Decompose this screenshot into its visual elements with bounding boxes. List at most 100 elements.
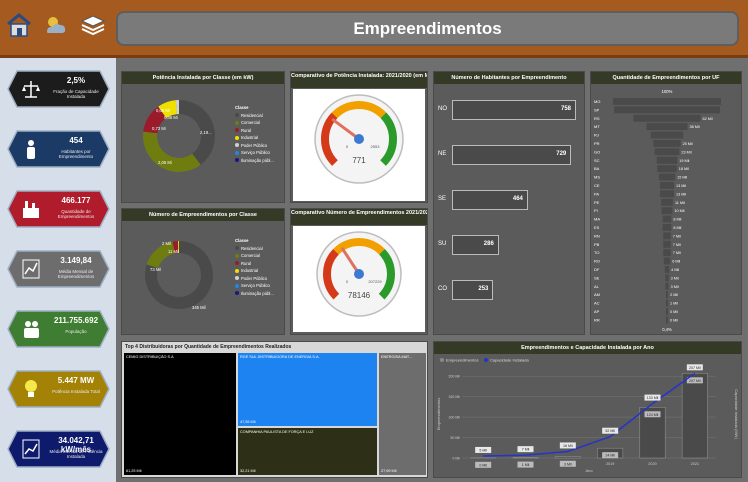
bar-label: 124 Mil (647, 413, 659, 417)
legend-label: Residencial (241, 112, 263, 118)
funnel-category: PA (594, 191, 599, 196)
legend-dot (235, 143, 239, 148)
treemap-tile[interactable]: ENERGISA MAT... 27,99 Mil (379, 353, 426, 475)
emp-cap-chart: Empreendimentos Capacidade Instalada 0 Mil… (436, 358, 739, 474)
bar-value-label: 253 (478, 286, 489, 292)
treemap-tile-value: 61,25 Mil (126, 469, 142, 473)
funnel-bar (656, 156, 678, 164)
legend-dot (235, 120, 239, 125)
top-dist-panel: Top 4 Distribuidoras por Quantidade de E… (121, 341, 428, 478)
kpi-card: 211.755.692 População (7, 310, 110, 348)
line-label: 5 Mil (479, 448, 487, 452)
funnel-value-label: 18 Mil (679, 167, 689, 171)
layers-icon[interactable] (78, 10, 108, 40)
legend-dot (484, 358, 488, 362)
bar-label: 3 Mil (564, 462, 572, 466)
funnel-bar (657, 165, 677, 173)
bar (554, 456, 581, 459)
y-tick-label: 100 Mil (448, 416, 460, 420)
treemap-tile[interactable]: CEMIG DISTRIBUIÇÃO S.A 61,25 Mil (124, 353, 236, 475)
funnel-category: RR (594, 317, 600, 322)
legend-label: Industrial (241, 135, 258, 140)
funnel-value-label: 3 Mil (671, 285, 679, 289)
legend-label: Capacidade Instalada (490, 358, 529, 363)
donut-value-label: 2 Mil (162, 241, 171, 246)
num-classe-panel: Número de Empreendimentos por Classe 345… (121, 208, 285, 335)
plant-icon (21, 198, 41, 220)
gauge-value: 771 (352, 156, 366, 165)
funnel-value-label: 13 Mil (676, 192, 686, 196)
line-label: 52 Mil (605, 429, 615, 433)
funnel-bar (666, 316, 668, 324)
treemap-tile[interactable]: RGE SUL DISTRIBUIDORA DE ENERGIA S.A. 47,… (238, 353, 377, 426)
funnel-value-label: 0 Mil (670, 310, 678, 314)
funnel-category: MT (594, 124, 600, 129)
bar-value-label: 286 (483, 241, 494, 247)
bar-category: CO (438, 286, 447, 292)
emp-cap-title: Empreendimentos e Capacidade Instalada p… (434, 342, 741, 354)
kpi-value: 3.149,84 (60, 256, 92, 265)
funnel-bar (664, 266, 670, 273)
funnel-category: SP (594, 107, 600, 112)
donut-value-label: 2,19... (200, 130, 212, 135)
line-label: 207 Mil (689, 366, 701, 370)
funnel-value-label: 7 Mil (673, 251, 681, 255)
funnel-bar (614, 106, 720, 114)
legend-dot (235, 135, 239, 140)
legend-title: Classe (235, 105, 249, 110)
pot-classe-title: Potência Instalada por Classe (em kW) (122, 72, 284, 84)
funnel-category: CE (594, 183, 600, 188)
funnel-category: SE (594, 275, 600, 280)
kpi-value: 2,5% (66, 76, 86, 85)
legend-item: Rural (235, 127, 274, 135)
funnel-bar (665, 291, 669, 299)
legend-dot (235, 268, 239, 273)
habitantes-title: Número de Habitantes por Empreendimento (434, 72, 584, 84)
kpi-card: 454 Habitantes por Empreendimento (7, 130, 110, 168)
top-bar: Empreendimentos (0, 0, 748, 58)
gauge-hub (354, 134, 364, 144)
bar (681, 373, 708, 459)
legend-item: Rural (235, 260, 274, 268)
legend-label: Poder Público (241, 142, 268, 148)
donut-value-label: 345 Mil (192, 305, 206, 310)
funnel-bar (661, 207, 673, 215)
treemap-tile-value: 32,21 Mil (240, 469, 256, 473)
scale-icon (21, 78, 41, 100)
funnel-bar (650, 131, 684, 139)
funnel-bar (662, 215, 672, 223)
kpi-value: 5.447 MW (57, 376, 95, 385)
kpi-card: 34.042,71 kW/mês Média Mensal de Potência… (7, 430, 110, 468)
weather-icon[interactable] (40, 10, 70, 40)
kpi-label: Média Mensal de Potência Instalada (49, 449, 103, 459)
bar: 758 (452, 100, 576, 120)
legend-dot (235, 253, 239, 258)
funnel-bar (662, 224, 672, 231)
funnel-category: PR (594, 141, 600, 146)
legend-item: Serviço Público (235, 282, 274, 290)
top-dist-title: Top 4 Distribuidoras por Quantidade de E… (122, 342, 427, 352)
comp-pot-title: Comparativo de Potência Instalada: 2021/… (291, 72, 427, 88)
bar: 253 (452, 280, 494, 300)
home-icon[interactable] (4, 10, 34, 40)
legend-label: Comercial (241, 120, 260, 125)
treemap-tile[interactable]: COMPANHIA PAULISTA DE FORÇA E LUZ 32,21 M… (238, 428, 377, 475)
bar-category: NE (438, 151, 447, 157)
bulb-icon (21, 378, 41, 400)
comp-pot-gauge: 0 2553771 (314, 94, 404, 184)
funnel-category: SC (594, 158, 600, 163)
kpi-label: Fração de Capacidade Instalada (53, 89, 99, 99)
x-tick-label: 2020 (648, 462, 656, 466)
kpi-card: 3.149,84 Média Mensal de Empreendimentos (7, 250, 110, 288)
bar-label: 207 Mil (689, 379, 701, 383)
qtd-uf-funnel: 100% MG SP RS 62 Mil MT 38 Mil RJ PR 25 Mil GO 23 M… (594, 89, 721, 332)
donut-value-label: 0,08 Mi (156, 108, 170, 113)
legend-item: Iluminação públ... (235, 290, 274, 298)
legend-label: Iluminação públ... (241, 157, 274, 163)
legend-dot (235, 261, 239, 266)
num-classe-legend: Classe Residencial Comercial Rural Industria… (235, 237, 274, 297)
donut-slice (143, 131, 201, 172)
kpi-card: 2,5% Fração de Capacidade Instalada (7, 70, 110, 108)
bar-category: NO (438, 106, 447, 112)
legend-label: Residencial (241, 245, 263, 251)
